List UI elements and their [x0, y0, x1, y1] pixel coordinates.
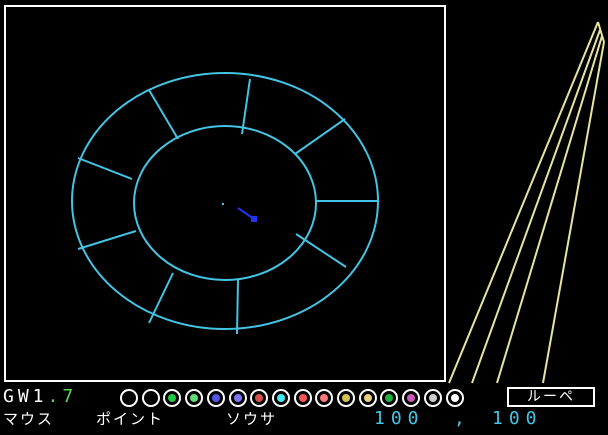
- swatch-fill: [363, 394, 372, 402]
- palette-swatch-color-5-light-blue[interactable]: [228, 389, 247, 407]
- swatch-fill: [320, 394, 329, 402]
- coord-y: 100: [492, 408, 543, 429]
- loupe-ray: [471, 29, 601, 384]
- swatch-fill: [146, 394, 155, 402]
- app-version: GW1.7: [3, 388, 77, 406]
- loupe-ray: [542, 41, 605, 384]
- tool-label: ポイント: [96, 410, 165, 428]
- screen: GW1.7 ルーペ マウス ポイント ソウサ 100 , 100: [0, 0, 608, 435]
- loupe-ray: [496, 35, 603, 384]
- swatch-fill: [233, 394, 242, 402]
- loupe-button[interactable]: ルーペ: [507, 387, 595, 407]
- palette-swatch-color-3-light-green[interactable]: [185, 389, 204, 407]
- swatch-fill: [450, 394, 459, 402]
- palette-swatch-color-9-light-red[interactable]: [315, 389, 334, 407]
- app-version-major: GW1: [3, 386, 48, 407]
- palette-swatch-color-11-light-yellow[interactable]: [358, 389, 377, 407]
- swatch-fill: [211, 394, 220, 402]
- swatch-fill: [168, 394, 177, 402]
- swatch-fill: [428, 394, 437, 402]
- palette-swatch-color-0-transparent[interactable]: [120, 389, 138, 407]
- palette-swatch-color-10-dark-yellow[interactable]: [337, 389, 355, 407]
- palette-swatch-color-13-magenta[interactable]: [402, 389, 421, 407]
- palette-swatch-color-2-green[interactable]: [163, 389, 182, 407]
- palette-swatch-color-4-dark-blue[interactable]: [206, 389, 225, 407]
- palette-swatch-color-15-white[interactable]: [445, 389, 464, 407]
- action-label: ソウサ: [226, 410, 278, 428]
- swatch-fill: [276, 394, 285, 402]
- swatch-fill: [125, 394, 133, 402]
- swatch-fill: [190, 394, 199, 402]
- status-bar: GW1.7 ルーペ マウス ポイント ソウサ 100 , 100: [0, 386, 608, 435]
- palette-swatch-color-12-dark-green[interactable]: [380, 389, 399, 407]
- palette-swatch-color-1-black[interactable]: [141, 389, 160, 407]
- coord-separator: ,: [454, 408, 471, 429]
- palette-swatch-color-14-gray[interactable]: [423, 389, 442, 407]
- swatch-fill: [255, 394, 264, 402]
- swatch-fill: [385, 394, 394, 402]
- app-version-minor: .7: [47, 386, 78, 407]
- loupe-rays: [448, 21, 605, 384]
- swatch-fill: [298, 394, 307, 402]
- swatch-fill: [342, 394, 350, 402]
- swatch-fill: [407, 394, 416, 402]
- input-device-label: マウス: [3, 410, 55, 428]
- palette-swatch-color-7-cyan[interactable]: [271, 389, 290, 407]
- palette-swatch-color-8-red[interactable]: [293, 389, 312, 407]
- palette-swatch-color-6-dark-red[interactable]: [250, 389, 269, 407]
- coord-x: 100: [374, 408, 425, 429]
